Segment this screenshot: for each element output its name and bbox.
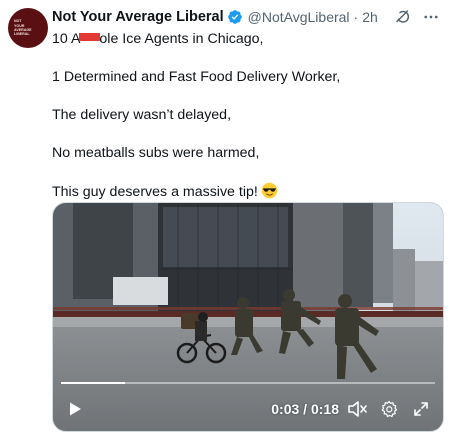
header-actions xyxy=(394,8,440,26)
video-control-group xyxy=(345,397,433,421)
volume-muted-icon xyxy=(348,401,367,417)
current-time: 0:03 xyxy=(271,401,300,417)
video-controls: 0:03 / 0:18 xyxy=(53,387,443,431)
avatar[interactable]: NOT YOUR AVERAGE LIBERAL xyxy=(8,8,48,48)
play-icon xyxy=(70,402,81,416)
tweet-line-4: No meatballs subs were harmed, xyxy=(52,145,260,161)
tweet-header: Not Your Average Liberal @NotAvgLiberal … xyxy=(52,6,440,28)
fullscreen-icon xyxy=(414,402,428,416)
time-separator: / xyxy=(299,401,311,417)
duration: 0:18 xyxy=(310,401,339,417)
tweet-line-5-text: This guy deserves a massive tip! xyxy=(52,184,258,200)
redaction-mark xyxy=(79,33,101,41)
tweet-line-1: 10 A ole Ice Agents in Chicago, xyxy=(52,30,438,49)
tweet-line-5: This guy deserves a massive tip! xyxy=(52,182,438,202)
tweet-line-3: The delivery wasn’t delayed, xyxy=(52,107,232,123)
tweet-text: 10 A ole Ice Agents in Chicago, 1 Determi… xyxy=(52,30,438,202)
fullscreen-button[interactable] xyxy=(409,397,433,421)
video-progress-bar[interactable] xyxy=(61,382,435,384)
more-options-icon[interactable] xyxy=(422,8,440,26)
tweet-line-2: 1 Determined and Fast Food Delivery Work… xyxy=(52,69,341,85)
tweet-line-1-end: ole Ice Agents in Chicago, xyxy=(99,31,264,47)
settings-gear-icon xyxy=(381,400,398,418)
post-time[interactable]: 2h xyxy=(362,9,378,25)
sunglasses-emoji-icon xyxy=(261,182,278,199)
author-name[interactable]: Not Your Average Liberal xyxy=(52,9,224,25)
mute-button[interactable] xyxy=(345,397,369,421)
video-progress-fill xyxy=(61,382,125,384)
video-time-display: 0:03 / 0:18 xyxy=(271,401,339,417)
verified-badge-icon[interactable] xyxy=(227,9,243,25)
play-button[interactable] xyxy=(63,397,87,421)
author-handle[interactable]: @NotAvgLiberal xyxy=(248,9,350,25)
settings-button[interactable] xyxy=(377,397,401,421)
avatar-text-4: LIBERAL xyxy=(14,32,30,37)
separator-dot: · xyxy=(353,9,359,25)
tweet-line-1-start: 10 A xyxy=(52,31,81,47)
video-player[interactable]: 0:03 / 0:18 xyxy=(52,202,444,432)
grok-icon[interactable] xyxy=(394,8,412,26)
